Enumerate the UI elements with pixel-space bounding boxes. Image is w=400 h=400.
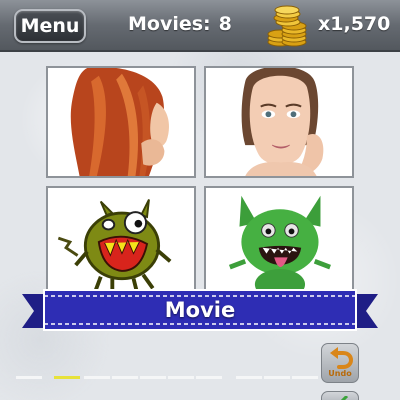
- menu-button[interactable]: Menu: [14, 9, 86, 43]
- answer-slot[interactable]: [292, 376, 318, 379]
- answer-slot[interactable]: [84, 376, 110, 379]
- top-bar: Menu Movies: 8 x1,570: [0, 0, 400, 52]
- submit-button[interactable]: [321, 391, 359, 400]
- category-label: Movie: [164, 298, 236, 322]
- answer-slot[interactable]: [196, 376, 222, 379]
- movies-label: Movies:: [128, 13, 211, 35]
- picture-tile-2[interactable]: [204, 66, 354, 178]
- answer-slot[interactable]: [168, 376, 194, 379]
- answer-slot[interactable]: [264, 376, 290, 379]
- gold-coins-icon: [267, 5, 307, 47]
- answer-slot[interactable]: [16, 376, 42, 379]
- furry-green-monster-image: [206, 188, 352, 296]
- movies-count-value: 8: [218, 13, 232, 35]
- picture-tile-4[interactable]: [204, 186, 354, 298]
- category-ribbon: Movie: [22, 288, 378, 334]
- picture-tile-3[interactable]: [46, 186, 196, 298]
- answer-slot[interactable]: [54, 376, 80, 379]
- picture-tile-1[interactable]: [46, 66, 196, 178]
- green-cartoon-monster-image: [48, 188, 194, 296]
- answer-slot[interactable]: [112, 376, 138, 379]
- movies-counter: Movies: 8: [128, 13, 232, 39]
- checkmark-icon: [340, 396, 348, 400]
- undo-label: Undo: [328, 369, 352, 378]
- undo-arrow-icon: [330, 347, 353, 369]
- red-hair-woman-image: [48, 68, 194, 176]
- coin-total: x1,570: [318, 13, 391, 35]
- answer-slot[interactable]: [236, 376, 262, 379]
- undo-button[interactable]: Undo: [321, 343, 359, 383]
- face-skincare-woman-image: [206, 68, 352, 176]
- answer-slot[interactable]: [140, 376, 166, 379]
